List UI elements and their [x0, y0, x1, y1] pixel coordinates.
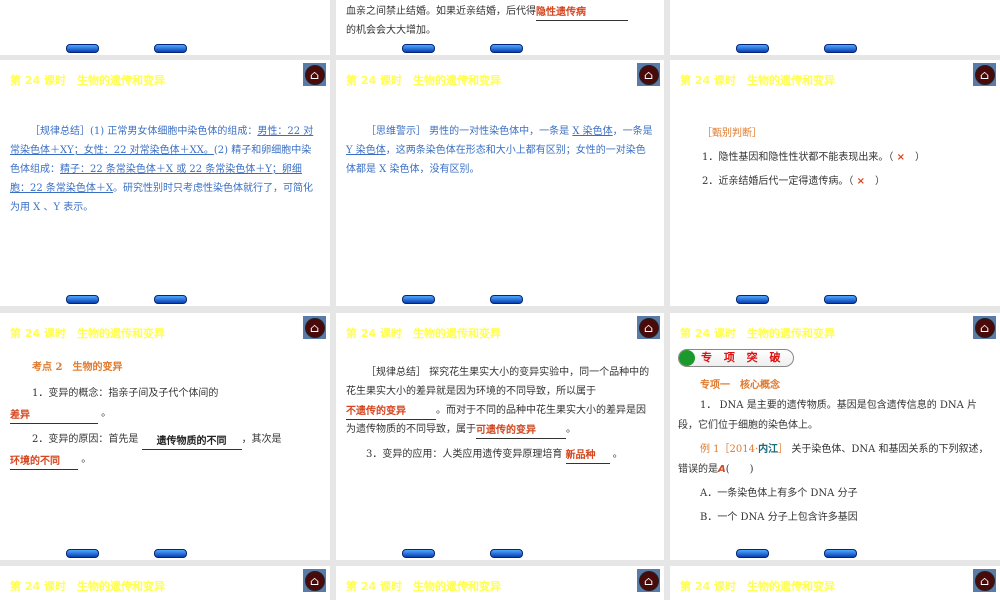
- home-icon: ⌂: [974, 64, 995, 85]
- option-a: A．一条染色体上有多个 DNA 分子: [700, 488, 858, 499]
- slide-text: ［规律总结］(1) 正常男女体细胞中染色体的组成：男性：22 对常染色体＋XY；…: [10, 126, 314, 213]
- slide-title: 第 24 课时 生物的遗传和变异: [10, 74, 165, 87]
- next-nav-button[interactable]: [824, 549, 857, 558]
- next-nav-button[interactable]: [154, 44, 187, 53]
- home-icon: ⌂: [304, 317, 325, 338]
- slide-text: ［甄别判断］ 1．隐性基因和隐性性状都不能表现出来。（ × ） 2．近亲结婚后代…: [680, 122, 990, 194]
- slide-text: 血亲之间禁止结婚。如果近亲结婚，后代得隐性遗传病 的机会会大大增加。: [346, 2, 654, 40]
- home-button[interactable]: ⌂: [303, 63, 326, 86]
- slide-rule-summary-2: 第 24 课时 生物的遗传和变异 ⌂ ［规律总结］ 探究花生果实大小的变异实验中…: [336, 313, 664, 560]
- slide-top-middle: 血亲之间禁止结婚。如果近亲结婚，后代得隐性遗传病 的机会会大大增加。: [336, 0, 664, 55]
- next-nav-button[interactable]: [490, 295, 523, 304]
- home-button[interactable]: ⌂: [637, 569, 660, 592]
- judge-item: 2．近亲结婚后代一定得遗传病。（ × ）: [702, 176, 885, 187]
- slide-title: 第 24 课时 生物的遗传和变异: [680, 580, 835, 593]
- prev-nav-button[interactable]: [736, 549, 769, 558]
- prev-nav-button[interactable]: [402, 549, 435, 558]
- home-icon: ⌂: [638, 64, 659, 85]
- prev-nav-button[interactable]: [736, 44, 769, 53]
- home-button[interactable]: ⌂: [973, 316, 996, 339]
- home-icon: ⌂: [974, 570, 995, 591]
- slide-variation: 第 24 课时 生物的遗传和变异 ⌂ 考点 2 生物的变异 1．变异的概念：指亲…: [0, 313, 330, 560]
- home-icon: ⌂: [304, 64, 325, 85]
- next-nav-button[interactable]: [154, 549, 187, 558]
- home-button[interactable]: ⌂: [973, 63, 996, 86]
- home-button[interactable]: ⌂: [637, 63, 660, 86]
- prev-nav-button[interactable]: [402, 295, 435, 304]
- slide-top-left: [0, 0, 330, 55]
- slide-title: 第 24 课时 生物的遗传和变异: [680, 74, 835, 87]
- home-icon: ⌂: [638, 570, 659, 591]
- home-button[interactable]: ⌂: [973, 569, 996, 592]
- slide-title: 第 24 课时 生物的遗传和变异: [346, 74, 501, 87]
- green-dot-icon: [679, 350, 695, 366]
- slide-bottom-left: 第 24 课时 生物的遗传和变异 ⌂: [0, 566, 330, 600]
- special-topic-badge: 专 项 突 破: [678, 349, 794, 367]
- judge-item: 1．隐性基因和隐性性状都不能表现出来。（ × ）: [702, 152, 925, 163]
- next-nav-button[interactable]: [824, 295, 857, 304]
- option-b: B．一个 DNA 分子上包含许多基因: [700, 512, 858, 523]
- slide-text: ［规律总结］ 探究花生果实大小的变异实验中，同一个品种中的花生果实大小的差异就是…: [346, 363, 654, 464]
- prev-nav-button[interactable]: [736, 295, 769, 304]
- slide-title: 第 24 课时 生物的遗传和变异: [10, 327, 165, 340]
- next-nav-button[interactable]: [490, 549, 523, 558]
- slide-bottom-right: 第 24 课时 生物的遗传和变异 ⌂: [670, 566, 1000, 600]
- slide-top-right: [670, 0, 1000, 55]
- next-nav-button[interactable]: [490, 44, 523, 53]
- prev-nav-button[interactable]: [66, 295, 99, 304]
- slide-text: 专 项 突 破 专项一 核心概念 1． DNA 是主要的遗传物质。基因是包含遗传…: [678, 349, 990, 528]
- slide-title: 第 24 课时 生物的遗传和变异: [680, 327, 835, 340]
- slide-bottom-middle: 第 24 课时 生物的遗传和变异 ⌂: [336, 566, 664, 600]
- judge-heading: ［甄别判断］: [702, 128, 762, 139]
- home-icon: ⌂: [638, 317, 659, 338]
- next-nav-button[interactable]: [824, 44, 857, 53]
- home-button[interactable]: ⌂: [637, 316, 660, 339]
- slide-rule-summary: 第 24 课时 生物的遗传和变异 ⌂ ［规律总结］(1) 正常男女体细胞中染色体…: [0, 60, 330, 306]
- slide-text: ［思维警示］ 男性的一对性染色体中，一条是 X 染色体，一条是 Y 染色体，这两…: [346, 126, 653, 175]
- home-button[interactable]: ⌂: [303, 569, 326, 592]
- home-icon: ⌂: [304, 570, 325, 591]
- prev-nav-button[interactable]: [66, 549, 99, 558]
- home-icon: ⌂: [974, 317, 995, 338]
- next-nav-button[interactable]: [154, 295, 187, 304]
- slide-title: 第 24 课时 生物的遗传和变异: [346, 327, 501, 340]
- slide-thinking-warning: 第 24 课时 生物的遗传和变异 ⌂ ［思维警示］ 男性的一对性染色体中，一条是…: [336, 60, 664, 306]
- home-button[interactable]: ⌂: [303, 316, 326, 339]
- slide-title: 第 24 课时 生物的遗传和变异: [10, 580, 165, 593]
- slide-judgement: 第 24 课时 生物的遗传和变异 ⌂ ［甄别判断］ 1．隐性基因和隐性性状都不能…: [670, 60, 1000, 306]
- prev-nav-button[interactable]: [66, 44, 99, 53]
- section-heading: 考点 2 生物的变异: [32, 362, 123, 373]
- prev-nav-button[interactable]: [402, 44, 435, 53]
- slide-special-topic: 第 24 课时 生物的遗传和变异 ⌂ 专 项 突 破 专项一 核心概念 1． D…: [670, 313, 1000, 560]
- slide-title: 第 24 课时 生物的遗传和变异: [346, 580, 501, 593]
- slide-text: 考点 2 生物的变异 1．变异的概念：指亲子间及子代个体间的 差异 。 2．变异…: [10, 358, 320, 470]
